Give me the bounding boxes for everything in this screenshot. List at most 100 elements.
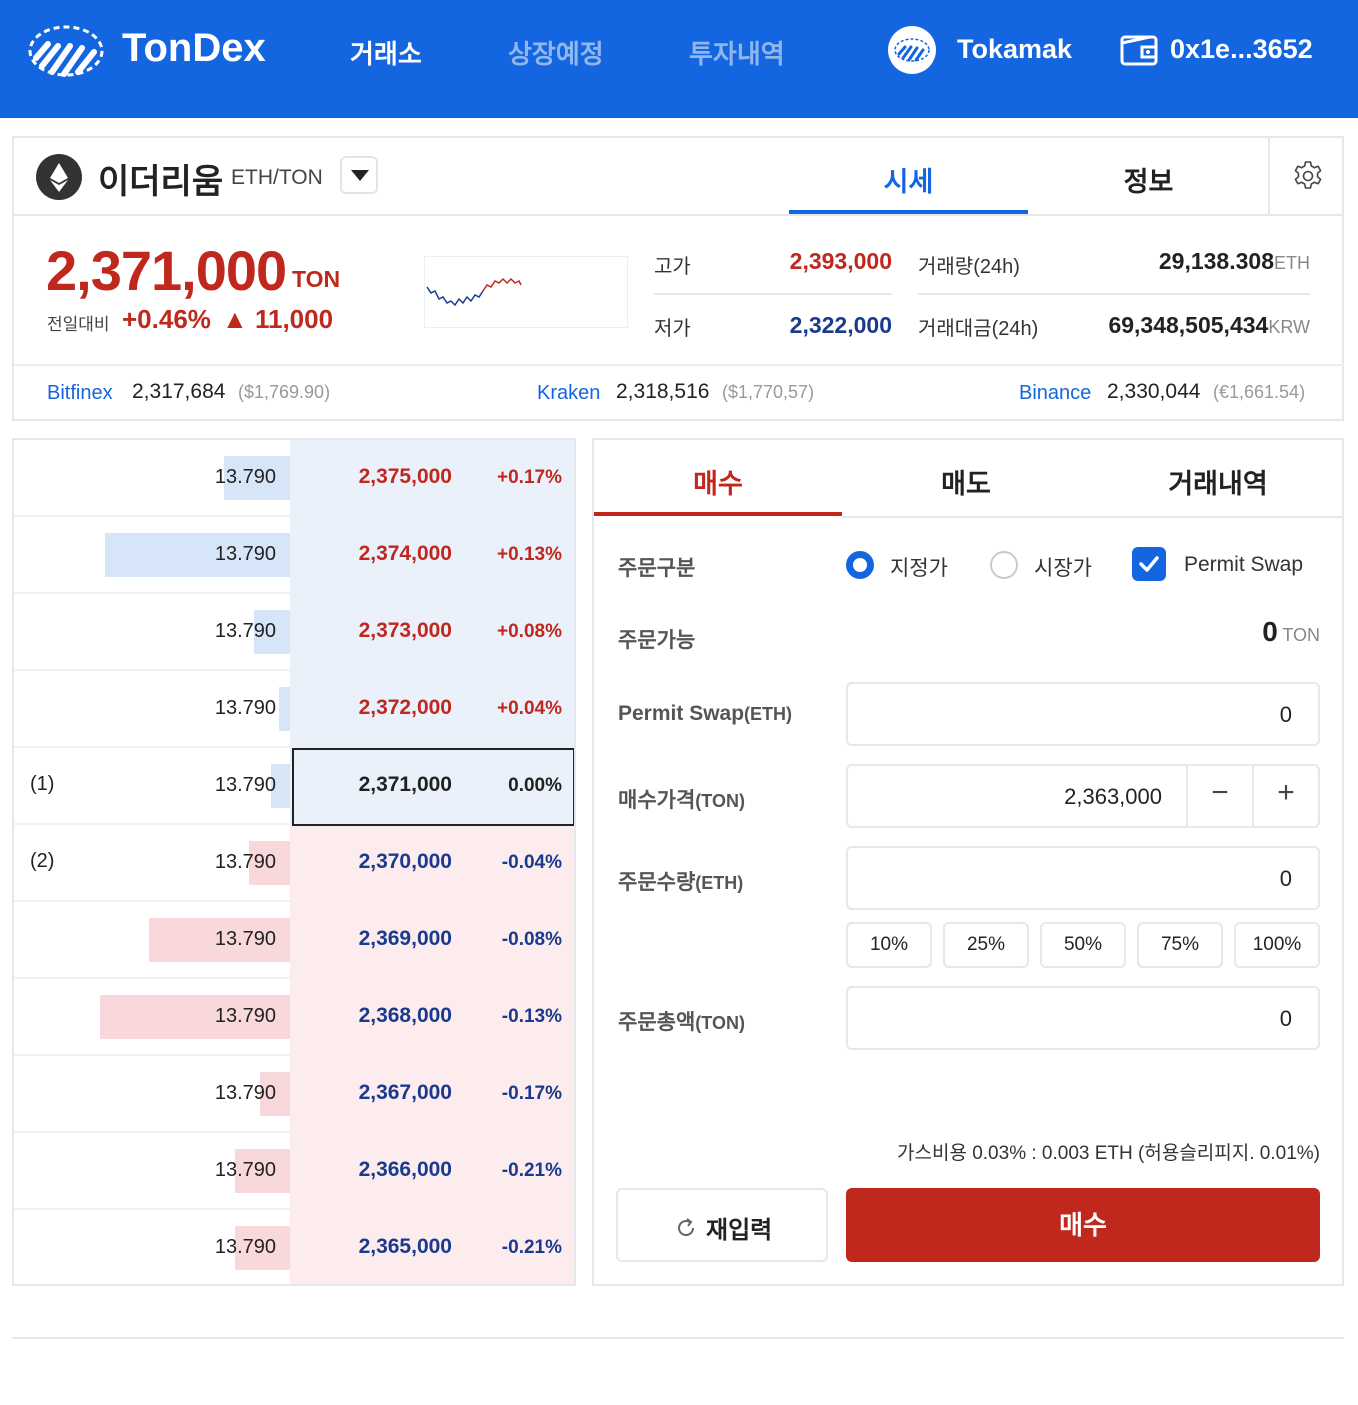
exchange-price: 2,318,516 (616, 380, 710, 403)
gear-icon (1294, 161, 1322, 189)
exchange-name[interactable]: Binance (1019, 382, 1091, 405)
volume-label: 거래량(24h) (918, 256, 1020, 278)
reset-button-label: 재입력 (706, 1217, 773, 1244)
order-total-input-value: 0 (1279, 1006, 1292, 1031)
price-increase-button[interactable]: + (1254, 776, 1318, 810)
buy-submit-button[interactable]: 매수 (846, 1188, 1320, 1262)
volume-value: 29,138.308 (1158, 248, 1274, 274)
orderbook-change-percent: -0.13% (501, 1006, 562, 1027)
coin-select-dropdown[interactable] (340, 156, 378, 194)
tab-trade-history[interactable]: 거래내역 (1094, 462, 1342, 501)
settings-button[interactable] (1268, 138, 1344, 214)
reset-button[interactable]: 재입력 (616, 1188, 828, 1262)
orderbook-change-percent: +0.17% (497, 467, 562, 488)
orderbook-change-percent: -0.17% (501, 1083, 562, 1104)
exchange-name[interactable]: Bitfinex (47, 382, 113, 405)
orderbook-row[interactable]: 13.790 2,374,000 +0.13% (14, 517, 574, 594)
trade-amount-unit: KRW (1268, 317, 1310, 337)
orderbook-quantity: 13.790 (214, 1159, 276, 1181)
price-decrease-button[interactable]: − (1188, 776, 1252, 810)
gas-fee-note: 가스비용 0.03% : 0.003 ETH (허용슬리피지. 0.01%) (897, 1143, 1320, 1164)
orderbook-price[interactable]: 2,372,000 (314, 696, 452, 720)
orderbook-price[interactable]: 2,367,000 (314, 1081, 452, 1105)
buy-price-input[interactable]: 2,363,000 − + (846, 764, 1320, 828)
wallet-address[interactable]: 0x1e...3652 (1170, 34, 1313, 65)
order-total-input[interactable]: 0 (846, 986, 1320, 1050)
prev-day-label: 전일대비 (47, 315, 110, 334)
network-avatar[interactable] (888, 26, 936, 74)
available-value: 0 (1262, 616, 1278, 647)
brand-name[interactable]: TonDex (122, 26, 266, 71)
radio-market-label[interactable]: 시장가 (1034, 552, 1092, 582)
change-amount: ▲ 11,000 (222, 304, 334, 334)
order-qty-input[interactable]: 0 (846, 846, 1320, 910)
divider (12, 1337, 1344, 1339)
orderbook-price[interactable]: 2,369,000 (314, 927, 452, 951)
tab-sell[interactable]: 매도 (842, 462, 1090, 501)
percent-10-button[interactable]: 10% (846, 922, 932, 968)
orderbook-quantity: 13.790 (214, 1005, 276, 1027)
permit-swap-field-label: Permit Swap (618, 702, 745, 725)
percent-100-button[interactable]: 100% (1234, 922, 1320, 968)
order-book: 13.790 2,375,000 +0.17% 13.790 2,374,000 +0.1… (12, 438, 576, 1286)
coin-pair: ETH/TON (231, 166, 323, 189)
orderbook-change-percent: -0.21% (501, 1160, 562, 1181)
orderbook-row[interactable]: 13.790 2,369,000 -0.08% (14, 902, 574, 979)
exchange-alt-price: ($1,769.90) (238, 382, 331, 402)
radio-market[interactable] (990, 551, 1018, 579)
radio-limit-label[interactable]: 지정가 (890, 552, 948, 582)
orderbook-price[interactable]: 2,365,000 (314, 1235, 452, 1259)
orderbook-row[interactable]: 13.790 2,367,000 -0.17% (14, 1056, 574, 1133)
permit-swap-input[interactable]: 0 (846, 682, 1320, 746)
tab-info[interactable]: 정보 (1029, 160, 1268, 199)
check-icon (1139, 556, 1159, 572)
buy-price-label: 매수가격 (618, 789, 696, 812)
percent-50-button[interactable]: 50% (1040, 922, 1126, 968)
tab-price[interactable]: 시세 (789, 160, 1028, 199)
orderbook-quantity: 13.790 (214, 1236, 276, 1258)
trade-amount-value: 69,348,505,434 (1108, 312, 1269, 338)
orderbook-row[interactable]: 13.790 2,375,000 +0.17% (14, 440, 574, 517)
exchange-alt-price: ($1,770,57) (722, 382, 815, 402)
volume-unit: ETH (1274, 253, 1310, 273)
nav-investment-history[interactable]: 투자내역 (689, 34, 785, 71)
current-price-highlight (292, 748, 574, 826)
network-name[interactable]: Tokamak (957, 34, 1072, 65)
orderbook-price[interactable]: 2,374,000 (314, 542, 452, 566)
order-qty-input-value: 0 (1279, 866, 1292, 891)
orderbook-price[interactable]: 2,373,000 (314, 619, 452, 643)
exchange-price: 2,330,044 (1107, 380, 1201, 403)
divider (14, 364, 1344, 366)
permit-swap-label[interactable]: Permit Swap (1184, 553, 1303, 577)
high-value: 2,393,000 (789, 248, 892, 274)
high-label: 고가 (654, 256, 691, 278)
orderbook-row[interactable]: 13.790 2,366,000 -0.21% (14, 1133, 574, 1210)
orderbook-quantity: 13.790 (214, 851, 276, 873)
ethereum-icon (50, 163, 68, 192)
radio-limit[interactable] (846, 551, 874, 579)
nav-upcoming-listings[interactable]: 상장예정 (508, 34, 604, 71)
orderbook-row[interactable]: 13.790 2,365,000 -0.21% (14, 1210, 574, 1284)
exchange-price: 2,317,684 (132, 380, 226, 403)
orderbook-change-percent: +0.04% (497, 698, 562, 719)
orderbook-price[interactable]: 2,375,000 (314, 465, 452, 489)
orderbook-price[interactable]: 2,366,000 (314, 1158, 452, 1182)
orderbook-price[interactable]: 2,368,000 (314, 1004, 452, 1028)
tondex-logo-icon[interactable] (28, 24, 104, 78)
orderbook-row[interactable]: 13.790 2,368,000 -0.13% (14, 979, 574, 1056)
percent-75-button[interactable]: 75% (1137, 922, 1223, 968)
orderbook-row[interactable]: 13.790 2,372,000 +0.04% (14, 671, 574, 748)
trade-amount-label: 거래대금(24h) (918, 318, 1039, 340)
orderbook-change-percent: -0.08% (501, 929, 562, 950)
percent-25-button[interactable]: 25% (943, 922, 1029, 968)
orderbook-price[interactable]: 2,370,000 (314, 850, 452, 874)
wallet-icon[interactable] (1120, 33, 1160, 67)
orderbook-row[interactable]: (2) 13.790 2,370,000 -0.04% (14, 825, 574, 902)
tab-buy[interactable]: 매수 (594, 462, 842, 501)
orderbook-quantity: 13.790 (214, 466, 276, 488)
permit-swap-checkbox[interactable] (1132, 547, 1166, 581)
nav-exchange[interactable]: 거래소 (350, 34, 422, 71)
available-unit: TON (1282, 625, 1320, 645)
exchange-name[interactable]: Kraken (537, 382, 600, 405)
orderbook-row[interactable]: 13.790 2,373,000 +0.08% (14, 594, 574, 671)
